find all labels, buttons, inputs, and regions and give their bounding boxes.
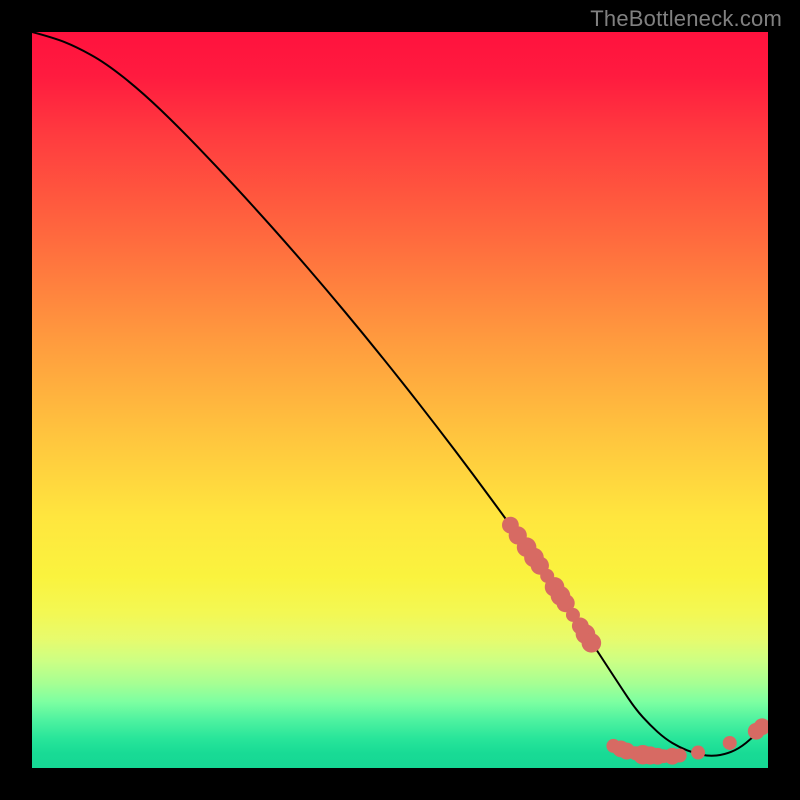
chart-frame: TheBottleneck.com [0,0,800,800]
data-marker [691,746,705,760]
bottleneck-curve-path [32,32,768,756]
data-markers [502,517,768,765]
data-marker [723,736,737,750]
data-marker [582,633,602,653]
data-marker [673,748,687,762]
watermark-label: TheBottleneck.com [590,6,782,32]
bottleneck-curve-svg [32,32,768,768]
